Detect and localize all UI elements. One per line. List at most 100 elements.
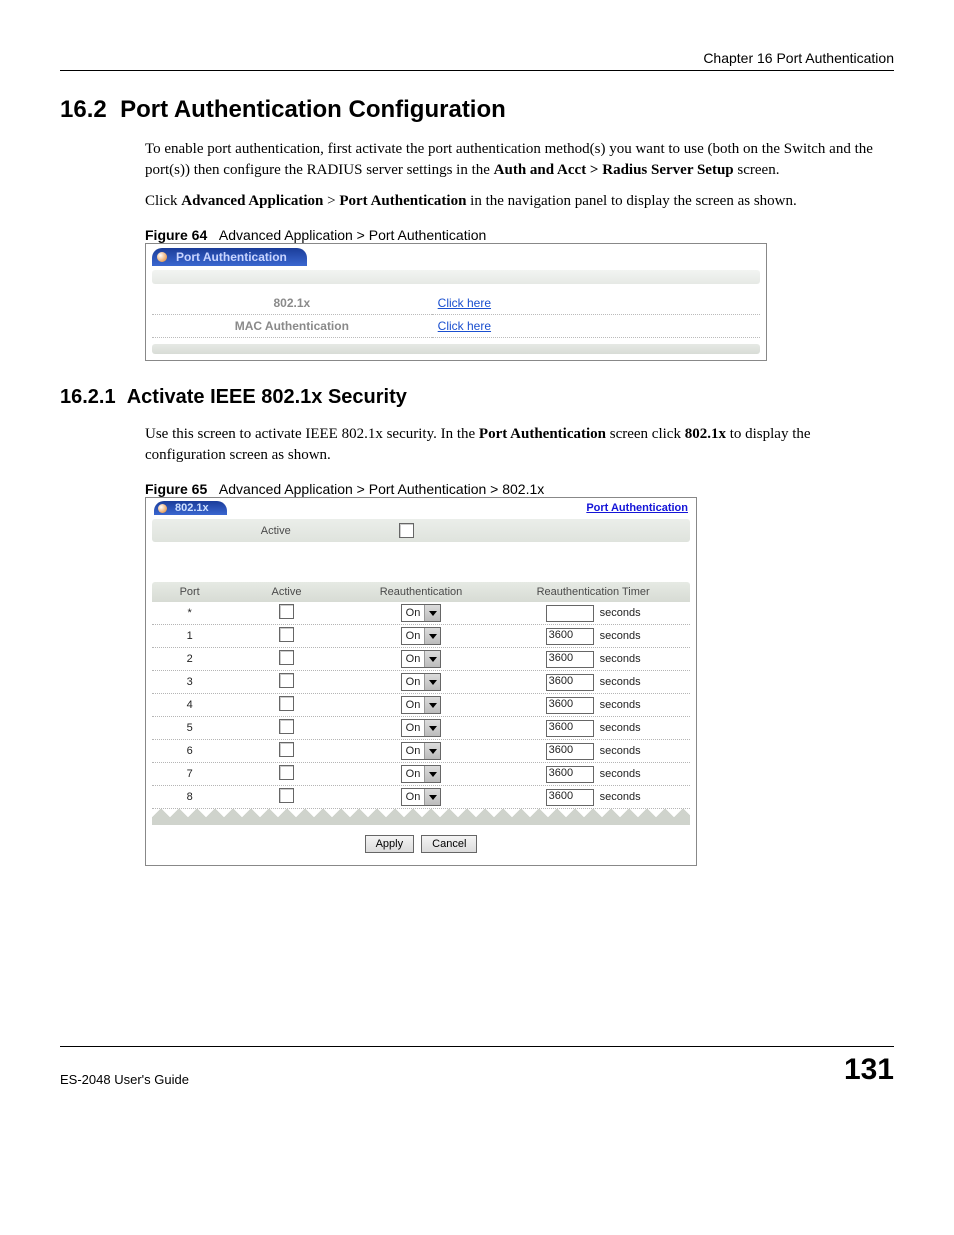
auth-method-table: 802.1x Click here MAC Authentication Cli… <box>152 292 760 338</box>
row-mac-auth: MAC Authentication Click here <box>152 315 760 338</box>
timer-input[interactable]: 3600 <box>546 766 594 783</box>
apply-button[interactable]: Apply <box>365 835 415 853</box>
seconds-label: seconds <box>600 791 641 803</box>
chevron-down-icon <box>424 674 440 690</box>
timer-input[interactable]: 3600 <box>546 743 594 760</box>
tear-edge <box>152 809 690 825</box>
page-header: Chapter 16 Port Authentication <box>60 50 894 71</box>
spacer <box>146 546 696 582</box>
reauth-select[interactable]: On <box>401 742 442 760</box>
header-active: Active <box>227 582 345 602</box>
reauth-select[interactable]: On <box>401 719 442 737</box>
table-row: 4 On 3600 seconds <box>152 694 690 717</box>
section-heading: 16.2 Port Authentication Configuration <box>60 96 894 124</box>
link-8021x-click-here[interactable]: Click here <box>438 296 491 310</box>
port-active-checkbox[interactable] <box>279 696 294 711</box>
chevron-down-icon <box>424 651 440 667</box>
active-checkbox[interactable] <box>399 523 414 538</box>
chevron-down-icon <box>424 697 440 713</box>
global-active-row: Active <box>152 519 690 542</box>
reauth-select[interactable]: On <box>401 673 442 691</box>
port-active-checkbox[interactable] <box>279 604 294 619</box>
table-row: 5 On 3600 seconds <box>152 717 690 740</box>
cell-port: 6 <box>152 745 227 757</box>
row-8021x: 802.1x Click here <box>152 292 760 315</box>
table-row: 1 On 3600 seconds <box>152 625 690 648</box>
cancel-button[interactable]: Cancel <box>421 835 477 853</box>
figure-64-caption: Figure 64 Advanced Application > Port Au… <box>145 227 894 243</box>
timer-input[interactable] <box>546 605 594 622</box>
footer-guide: ES-2048 User's Guide <box>60 1072 189 1087</box>
page-number: 131 <box>844 1053 894 1087</box>
tab-bar: Port Authentication <box>146 244 766 266</box>
port-active-checkbox[interactable] <box>279 742 294 757</box>
table-row: 2 On 3600 seconds <box>152 648 690 671</box>
chapter-label: Chapter 16 Port Authentication <box>703 50 894 66</box>
paragraph-3: Use this screen to activate IEEE 802.1x … <box>145 424 874 466</box>
page-footer: ES-2048 User's Guide 131 <box>60 1046 894 1087</box>
figure-64-panel: Port Authentication 802.1x Click here MA… <box>145 243 767 361</box>
figure-65-caption: Figure 65 Advanced Application > Port Au… <box>145 481 894 497</box>
timer-input[interactable]: 3600 <box>546 651 594 668</box>
port-active-checkbox[interactable] <box>279 650 294 665</box>
chevron-down-icon <box>424 628 440 644</box>
cell-port: 2 <box>152 653 227 665</box>
decorative-bar <box>152 270 760 284</box>
timer-input[interactable]: 3600 <box>546 674 594 691</box>
figure-65-panel: 802.1x Port Authentication Active Port A… <box>145 497 697 866</box>
port-active-checkbox[interactable] <box>279 788 294 803</box>
chevron-down-icon <box>424 720 440 736</box>
port-active-checkbox[interactable] <box>279 719 294 734</box>
header-reauth: Reauthentication <box>346 582 497 602</box>
subsection-number: 16.2.1 <box>60 386 116 408</box>
seconds-label: seconds <box>600 745 641 757</box>
button-row: Apply Cancel <box>146 825 696 865</box>
cell-port: 3 <box>152 676 227 688</box>
seconds-label: seconds <box>600 768 641 780</box>
table-row: 8On3600seconds <box>152 786 690 809</box>
section-number: 16.2 <box>60 96 107 123</box>
chevron-down-icon <box>424 605 440 621</box>
header-timer: Reauthentication Timer <box>496 582 690 602</box>
paragraph-1: To enable port authentication, first act… <box>145 139 874 181</box>
label-mac-auth: MAC Authentication <box>152 315 432 338</box>
reauth-select[interactable]: On <box>401 627 442 645</box>
reauth-select[interactable]: On <box>401 696 442 714</box>
cell-port: 7 <box>152 768 227 780</box>
chevron-down-icon <box>424 766 440 782</box>
cell-port: 4 <box>152 699 227 711</box>
timer-input[interactable]: 3600 <box>546 789 594 806</box>
seconds-label: seconds <box>600 676 641 688</box>
header-port: Port <box>152 582 227 602</box>
seconds-label: seconds <box>600 630 641 642</box>
seconds-label: seconds <box>600 699 641 711</box>
subsection-title: Activate IEEE 802.1x Security <box>127 386 407 408</box>
link-mac-auth-click-here[interactable]: Click here <box>438 319 491 333</box>
reauth-select[interactable]: On <box>401 765 442 783</box>
tab-port-authentication[interactable]: Port Authentication <box>152 248 307 266</box>
timer-input[interactable]: 3600 <box>546 628 594 645</box>
timer-input[interactable]: 3600 <box>546 697 594 714</box>
label-8021x: 802.1x <box>152 292 432 315</box>
port-table-header: Port Active Reauthentication Reauthentic… <box>152 582 690 602</box>
seconds-label: seconds <box>600 607 641 619</box>
port-active-checkbox[interactable] <box>279 673 294 688</box>
port-active-checkbox[interactable] <box>279 627 294 642</box>
section-body: To enable port authentication, first act… <box>145 139 874 212</box>
seconds-label: seconds <box>600 653 641 665</box>
tab-8021x[interactable]: 802.1x <box>154 501 227 515</box>
cell-port: 1 <box>152 630 227 642</box>
port-active-checkbox[interactable] <box>279 765 294 780</box>
reauth-select[interactable]: On <box>401 650 442 668</box>
subsection-body: Use this screen to activate IEEE 802.1x … <box>145 424 874 466</box>
link-port-authentication[interactable]: Port Authentication <box>586 502 688 514</box>
section-title: Port Authentication Configuration <box>120 96 506 123</box>
cell-port: 5 <box>152 722 227 734</box>
chevron-down-icon <box>424 743 440 759</box>
reauth-select[interactable]: On <box>401 788 442 806</box>
decorative-bar <box>152 344 760 354</box>
reauth-select[interactable]: On <box>401 604 442 622</box>
timer-input[interactable]: 3600 <box>546 720 594 737</box>
port-table: Port Active Reauthentication Reauthentic… <box>146 582 696 809</box>
seconds-label: seconds <box>600 722 641 734</box>
